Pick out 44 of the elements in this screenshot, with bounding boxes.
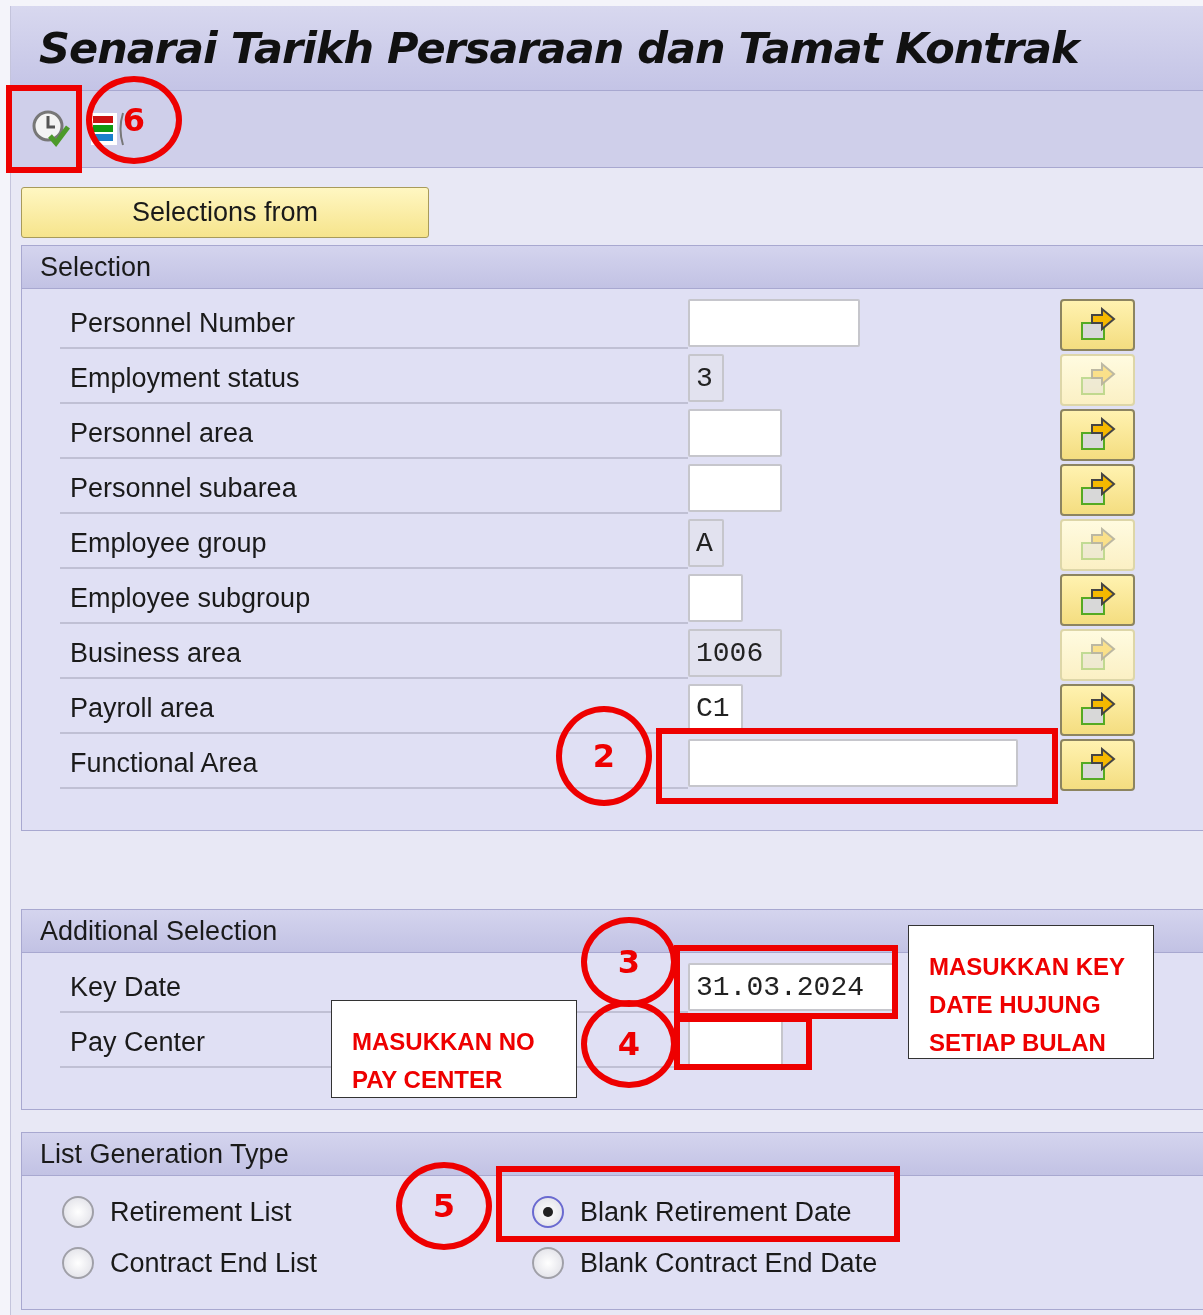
- input-field[interactable]: [688, 574, 743, 622]
- multiple-selection-button[interactable]: [1060, 409, 1135, 461]
- step-number: 6: [86, 76, 182, 164]
- input-field[interactable]: 3: [688, 354, 724, 402]
- input-field[interactable]: [688, 739, 1018, 787]
- step-number: 4: [581, 1000, 677, 1088]
- field-label: Employee subgroup: [60, 574, 688, 624]
- radio-option[interactable]: Contract End List: [62, 1247, 318, 1279]
- radio-button[interactable]: [62, 1247, 94, 1279]
- radio-option[interactable]: Retirement List: [62, 1196, 292, 1228]
- input-field[interactable]: A: [688, 519, 724, 567]
- panel-title: List Generation Type: [40, 1138, 289, 1170]
- multiple-selection-button[interactable]: [1060, 464, 1135, 516]
- multiple-selection-button[interactable]: [1060, 739, 1135, 791]
- input-field[interactable]: [688, 299, 860, 347]
- field-label: Personnel Number: [60, 299, 688, 349]
- panel-title: Selection: [40, 251, 152, 283]
- execute-button[interactable]: [31, 109, 71, 149]
- clock-check-icon: [31, 109, 71, 149]
- radio-label: Retirement List: [110, 1196, 292, 1228]
- layout-icon: [89, 111, 125, 147]
- field-label: Payroll area: [60, 684, 688, 734]
- radio-button[interactable]: [532, 1196, 564, 1228]
- radio-button[interactable]: [62, 1196, 94, 1228]
- callout-note: MASUKKAN KEY DATE HUJUNG SETIAP BULAN: [908, 925, 1154, 1059]
- input-field[interactable]: 1006: [688, 629, 782, 677]
- multiple-selection-button[interactable]: [1060, 684, 1135, 736]
- field-label: Personnel area: [60, 409, 688, 459]
- panel-title: Additional Selection: [40, 915, 278, 947]
- radio-button[interactable]: [532, 1247, 564, 1279]
- selections-from-button[interactable]: Selections from: [21, 187, 429, 238]
- multiple-selection-button[interactable]: [1060, 299, 1135, 351]
- field-label: Employment status: [60, 354, 688, 404]
- field-label: Business area: [60, 629, 688, 679]
- field-label: Personnel subarea: [60, 464, 688, 514]
- input-field[interactable]: [688, 464, 782, 512]
- input-field[interactable]: [688, 409, 782, 457]
- field-label: Employee group: [60, 519, 688, 569]
- step-number: 5: [396, 1162, 492, 1250]
- multiple-selection-button[interactable]: [1060, 574, 1135, 626]
- callout-note: MASUKKAN NO PAY CENTER: [331, 1000, 577, 1098]
- input-field[interactable]: 31.03.2024: [688, 963, 894, 1011]
- step-number: 2: [556, 706, 652, 806]
- radio-label: Contract End List: [110, 1247, 318, 1279]
